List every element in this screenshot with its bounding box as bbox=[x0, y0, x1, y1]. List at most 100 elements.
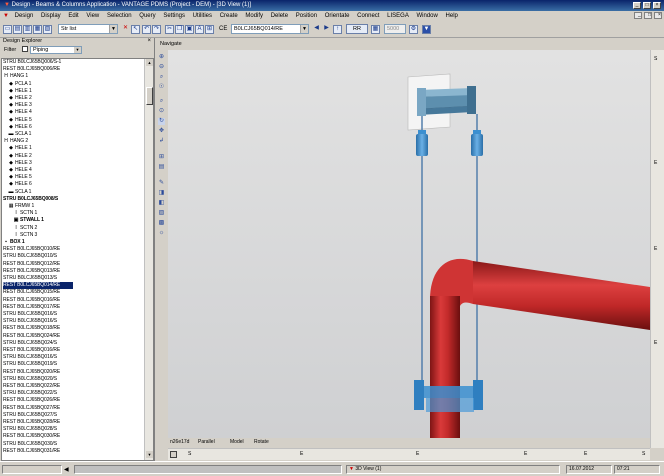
pan-icon[interactable]: ⊙ bbox=[158, 108, 165, 115]
tree-item[interactable]: STRU B0LCJ65BQ010/S bbox=[3, 253, 57, 260]
tree-item[interactable]: I SCTN 3 bbox=[13, 232, 37, 239]
menu-selection[interactable]: Selection bbox=[104, 11, 135, 21]
tree-item[interactable]: REST B0LCJ65BQ006/RE bbox=[3, 66, 60, 73]
menu-position[interactable]: Position bbox=[293, 11, 320, 21]
clip-icon[interactable]: ✎ bbox=[158, 180, 165, 187]
menu-utilities[interactable]: Utilities bbox=[190, 11, 215, 21]
tree-item[interactable]: REST B0LCJ65BQ017/RE bbox=[3, 304, 60, 311]
tree-item[interactable]: REST B0LCJ65BQ016/RE bbox=[3, 297, 60, 304]
open-icon[interactable]: ▤ bbox=[13, 25, 22, 34]
menu-window[interactable]: Window bbox=[414, 11, 441, 21]
hidden-icon[interactable]: ▨ bbox=[158, 210, 165, 217]
tree-item[interactable]: STRU B0LCJ65BQ020/S bbox=[3, 376, 57, 383]
wire-icon[interactable]: ◧ bbox=[158, 200, 165, 207]
tree-item[interactable]: ◆ HELE 2 bbox=[8, 153, 32, 160]
menu-create[interactable]: Create bbox=[217, 11, 241, 21]
limits-icon[interactable]: ⊞ bbox=[158, 154, 165, 161]
tree-item[interactable]: ◆ HELE 1 bbox=[8, 145, 32, 152]
colour-icon[interactable]: ▩ bbox=[158, 220, 165, 227]
scroll-up-icon[interactable]: ▲ bbox=[146, 59, 153, 66]
zoom-window-icon[interactable]: ⌕ bbox=[158, 74, 165, 81]
tree-item[interactable]: REST B0LCJ65BQ015/RE bbox=[3, 289, 60, 296]
list-icon[interactable]: ▦ bbox=[33, 25, 42, 34]
tree-item[interactable]: ◆ HELE 5 bbox=[8, 117, 32, 124]
scroll-thumb[interactable] bbox=[146, 87, 153, 105]
tree-item[interactable]: STRU B0LCJ65BQ030/S bbox=[3, 441, 57, 448]
tree-item[interactable]: REST B0LCJ65BQ013/RE bbox=[3, 268, 60, 275]
tree-item[interactable]: ▬ SCLA 1 bbox=[8, 131, 32, 138]
zoom-out-icon[interactable]: ⊖ bbox=[158, 64, 165, 71]
light-icon[interactable]: ☼ bbox=[158, 230, 165, 237]
walk-icon[interactable]: ☉ bbox=[158, 84, 165, 91]
filter-icon[interactable]: ▼ bbox=[422, 25, 431, 34]
paste-icon[interactable]: ▣ bbox=[185, 25, 194, 34]
menu-display[interactable]: Display bbox=[38, 11, 64, 21]
tree-item[interactable]: REST B0LCJ65BQ030/RE bbox=[3, 433, 60, 440]
pointer-icon[interactable]: ↖ bbox=[131, 25, 140, 34]
tab-navigate[interactable]: Navigate bbox=[158, 40, 184, 48]
close-icon[interactable]: × bbox=[147, 38, 151, 45]
menu-settings[interactable]: Settings bbox=[160, 11, 188, 21]
chevron-down-icon[interactable]: ▼ bbox=[300, 25, 308, 33]
scroll-thumb[interactable] bbox=[170, 451, 177, 458]
copy-icon[interactable]: ❐ bbox=[175, 25, 184, 34]
forward-icon[interactable]: ▶ bbox=[322, 25, 331, 34]
tree-item[interactable]: REST B0LCJ65BQ014/RE bbox=[3, 282, 73, 290]
mdi-minimize-button[interactable]: _ bbox=[634, 12, 642, 19]
tree-item[interactable]: ◆ PCLA 1 bbox=[8, 81, 31, 88]
tree-item[interactable]: STRU B0LCJ65BQ024/S bbox=[3, 340, 57, 347]
menu-design[interactable]: Design bbox=[12, 11, 37, 21]
tree-item[interactable]: STRU B0LCJ65BQ019/S bbox=[3, 361, 57, 368]
tree-item[interactable]: REST B0LCJ65BQ020/RE bbox=[3, 369, 60, 376]
section-icon[interactable]: ▤ bbox=[158, 164, 165, 171]
tree-item[interactable]: REST B0LCJ65BQ026/RE bbox=[3, 397, 60, 404]
current-element-field[interactable]: B0LCJ65BQ014/RE ▼ bbox=[231, 24, 309, 34]
tree-item[interactable]: STRU B0LCJ65BQ016/S bbox=[3, 318, 57, 325]
cut-icon[interactable]: ✂ bbox=[165, 25, 174, 34]
mdi-close-button[interactable]: × bbox=[654, 12, 662, 19]
tree-item[interactable]: REST B0LCJ65BQ012/RE bbox=[3, 261, 60, 268]
zoom-field[interactable]: 5000 bbox=[384, 24, 406, 34]
tree-item[interactable]: STRU B0LCJ65BQ028/S bbox=[3, 426, 57, 433]
view-horizontal-scrollbar[interactable]: SEEEES bbox=[168, 448, 650, 460]
text-icon[interactable]: A bbox=[195, 25, 204, 34]
tree-item[interactable]: STRU B0LCJ65BQ027/S bbox=[3, 412, 57, 419]
tree-item[interactable]: ◆ HELE 1 bbox=[8, 88, 32, 95]
view-vertical-scrollbar[interactable]: S E E E bbox=[650, 50, 664, 448]
rotate-icon[interactable]: ↻ bbox=[158, 118, 165, 125]
tree-item[interactable]: REST B0LCJ65BQ024/RE bbox=[3, 333, 60, 340]
menu-help[interactable]: Help bbox=[443, 11, 461, 21]
menu-view[interactable]: View bbox=[83, 11, 102, 21]
minimize-button[interactable]: _ bbox=[633, 2, 641, 9]
grid-icon[interactable]: ▧ bbox=[43, 25, 52, 34]
tree-item[interactable]: ▬ SCLA 1 bbox=[8, 189, 32, 196]
tree-item[interactable]: ◆ HELE 2 bbox=[8, 95, 32, 102]
tree-item[interactable]: ◆ HELE 6 bbox=[8, 124, 32, 131]
task-3d-view[interactable]: ▼ 3D View (1) bbox=[346, 465, 560, 474]
filter-checkbox[interactable] bbox=[21, 46, 28, 52]
mode-icon[interactable]: ▦ bbox=[371, 25, 380, 34]
tree-item[interactable]: STRU B0LCJ65BQ006/S-1 bbox=[3, 59, 61, 66]
menu-query[interactable]: Query bbox=[136, 11, 158, 21]
tree-item[interactable]: H HANG 1 bbox=[3, 73, 28, 80]
undo-icon[interactable]: ↶ bbox=[142, 25, 151, 34]
tree-item[interactable]: H HANG 2 bbox=[3, 138, 28, 145]
goto-icon[interactable]: ↑ bbox=[333, 25, 342, 34]
menu-lisega[interactable]: LISEGA bbox=[384, 11, 412, 21]
tree-item[interactable]: REST B0LCJ65BQ028/RE bbox=[3, 419, 60, 426]
tree-item[interactable]: REST B0LCJ65BQ027/RE bbox=[3, 405, 60, 412]
tree-item[interactable]: ◆ HELE 3 bbox=[8, 160, 32, 167]
tree-item[interactable]: STRU B0LCJ65BQ016/S bbox=[3, 354, 57, 361]
filter-select[interactable]: Piping ▼ bbox=[30, 46, 82, 54]
back-icon[interactable]: ◀ bbox=[312, 25, 321, 34]
settings-icon[interactable]: ⚙ bbox=[409, 25, 418, 34]
tree-item[interactable]: REST B0LCJ65BQ022/RE bbox=[3, 383, 60, 390]
tree-item[interactable]: ◆ HELE 4 bbox=[8, 109, 32, 116]
redo-icon[interactable]: ↷ bbox=[152, 25, 161, 34]
tree-item[interactable]: ▣ STWALL 1 bbox=[13, 217, 44, 224]
axes-icon[interactable]: ↲ bbox=[158, 138, 165, 145]
tree-item[interactable]: STRU B0LCJ65BQ016/S bbox=[3, 311, 57, 318]
tree-item[interactable]: I SCTN 2 bbox=[13, 225, 37, 232]
maximize-button[interactable]: □ bbox=[643, 2, 651, 9]
tree-item[interactable]: ▪ BOX 1 bbox=[3, 239, 24, 246]
